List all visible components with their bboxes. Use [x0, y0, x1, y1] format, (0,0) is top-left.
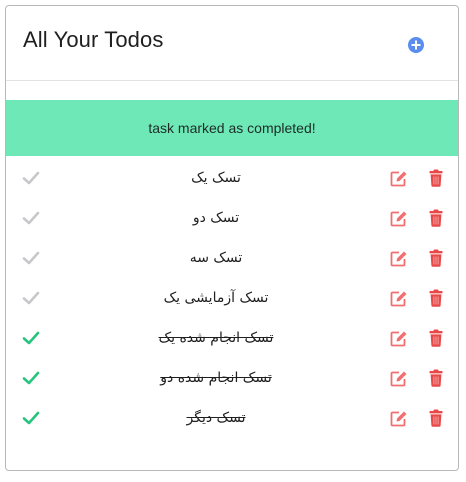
trash-icon[interactable] — [429, 249, 443, 267]
todo-text: تسک یک — [191, 170, 241, 186]
alert-message: task marked as completed! — [148, 120, 316, 136]
todo-item: تسک دیگر — [6, 398, 458, 438]
trash-icon[interactable] — [429, 169, 443, 187]
check-icon[interactable] — [22, 210, 40, 226]
edit-icon[interactable] — [390, 290, 408, 307]
page-title: All Your Todos — [23, 27, 164, 52]
card-header: All Your Todos — [6, 6, 458, 81]
todo-item: تسک انجام شده دو — [6, 358, 458, 398]
trash-icon[interactable] — [429, 209, 443, 227]
edit-icon[interactable] — [390, 370, 408, 387]
todo-text: تسک دیگر — [186, 410, 246, 426]
todo-text: تسک انجام شده دو — [160, 370, 272, 386]
trash-icon[interactable] — [429, 289, 443, 307]
todo-card: All Your Todos task marked as completed!… — [5, 5, 459, 471]
todo-item: تسک یک — [6, 158, 458, 198]
todo-text: تسک آزمایشی یک — [163, 290, 269, 306]
trash-icon[interactable] — [429, 409, 443, 427]
edit-icon[interactable] — [390, 250, 408, 267]
todo-item: تسک انجام شده یک — [6, 318, 458, 358]
edit-icon[interactable] — [390, 170, 408, 187]
todo-list: تسک یک تسک دو تسک سه تسک آزمایشی یک تسک انجا… — [6, 158, 458, 438]
plus-circle-icon[interactable] — [408, 37, 424, 53]
check-icon[interactable] — [22, 170, 40, 186]
check-icon[interactable] — [22, 370, 40, 386]
trash-icon[interactable] — [429, 369, 443, 387]
todo-item: تسک دو — [6, 198, 458, 238]
check-icon[interactable] — [22, 250, 40, 266]
edit-icon[interactable] — [390, 210, 408, 227]
todo-text: تسک سه — [189, 250, 243, 266]
check-icon[interactable] — [22, 290, 40, 306]
todo-text: تسک انجام شده یک — [158, 330, 274, 346]
trash-icon[interactable] — [429, 329, 443, 347]
todo-text: تسک دو — [192, 210, 240, 226]
status-alert: task marked as completed! — [6, 100, 458, 156]
check-icon[interactable] — [22, 410, 40, 426]
edit-icon[interactable] — [390, 410, 408, 427]
todo-item: تسک آزمایشی یک — [6, 278, 458, 318]
todo-item: تسک سه — [6, 238, 458, 278]
edit-icon[interactable] — [390, 330, 408, 347]
check-icon[interactable] — [22, 330, 40, 346]
